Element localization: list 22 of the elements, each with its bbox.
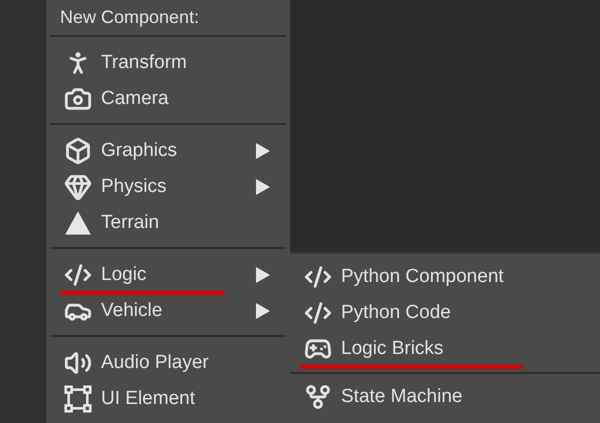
menu-item[interactable]: Transform xyxy=(50,45,286,81)
menu-item[interactable]: Terrain xyxy=(50,205,286,241)
menu-title: New Component: xyxy=(59,6,200,29)
menu-item[interactable]: State Machine xyxy=(290,379,600,415)
code-icon xyxy=(64,261,92,289)
menu-item[interactable]: Camera xyxy=(50,81,286,117)
cube-icon xyxy=(64,137,92,165)
menu-item[interactable]: Python Component xyxy=(290,259,600,295)
polyhedron-icon xyxy=(64,173,92,201)
menu-item[interactable]: Python Code xyxy=(290,295,600,331)
menu-item[interactable]: Logic Bricks xyxy=(290,331,600,367)
menu-item[interactable]: Logic xyxy=(50,257,256,293)
mountain-icon xyxy=(64,209,92,237)
menu-item[interactable]: Audio Player xyxy=(50,345,286,381)
code-icon xyxy=(304,263,332,291)
code-icon xyxy=(304,299,332,327)
menu-item[interactable]: Physics xyxy=(50,169,256,205)
branch-icon xyxy=(304,383,332,411)
menu-item[interactable]: Vehicle xyxy=(50,293,256,329)
frame-icon xyxy=(64,385,92,413)
menu-item[interactable]: Graphics xyxy=(50,133,256,169)
menu-item[interactable]: UI Element xyxy=(50,381,286,417)
